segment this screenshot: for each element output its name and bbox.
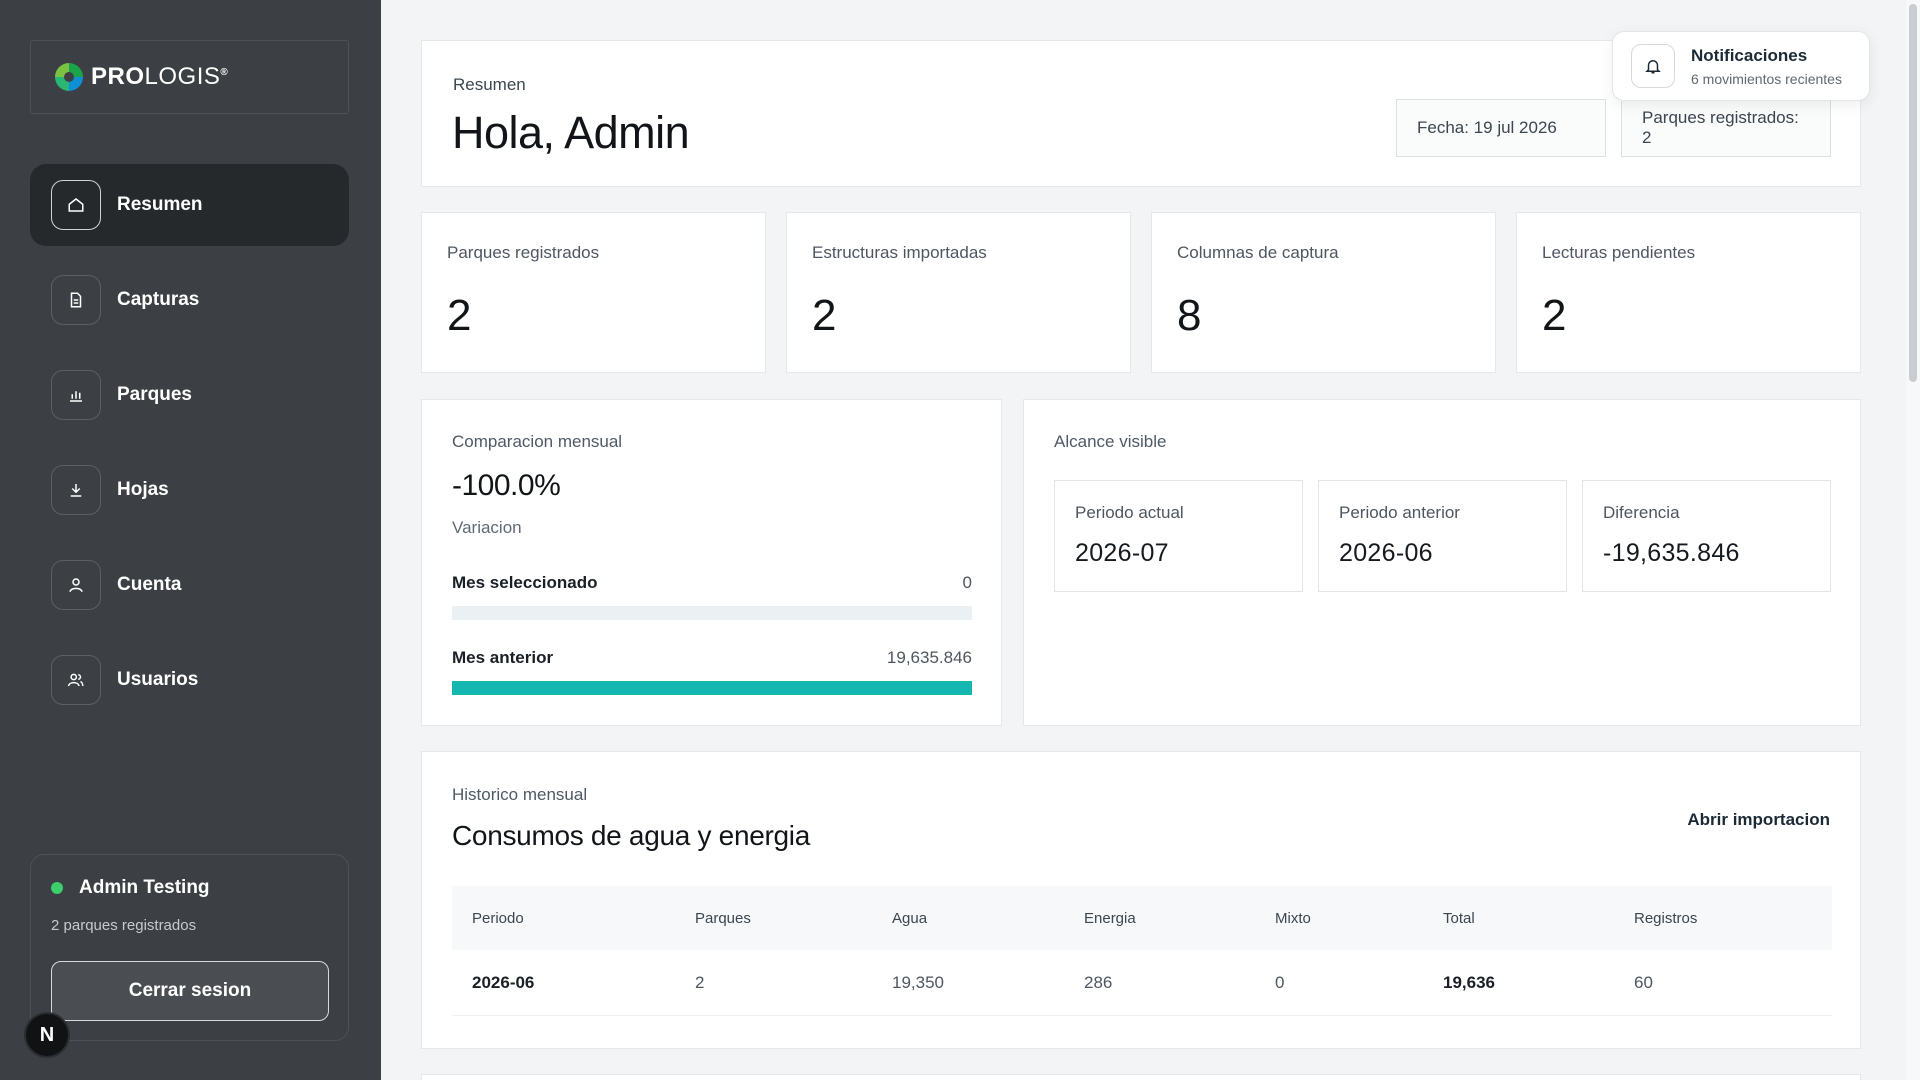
brand-logo[interactable]: PROLOGIS®	[30, 40, 349, 114]
sidebar-item-hojas[interactable]: Hojas	[30, 449, 349, 531]
bar-track	[452, 681, 972, 695]
brand-name: PROLOGIS®	[91, 63, 229, 90]
bar-chart-icon	[51, 370, 101, 420]
cell-mixto: 0	[1275, 972, 1285, 992]
user-icon	[51, 560, 101, 610]
page-scrollbar[interactable]	[1906, 0, 1920, 1080]
parks-count-pill: Parques registrados: 2	[1621, 99, 1831, 157]
sidebar-item-resumen[interactable]: Resumen	[30, 164, 349, 246]
sidebar-item-label: Parques	[117, 384, 192, 405]
cell-energia: 286	[1084, 972, 1113, 992]
stat-value: 2	[1542, 291, 1567, 340]
page-title: Hola, Admin	[452, 107, 690, 158]
column-header[interactable]: Agua	[872, 910, 1064, 927]
sidebar-item-label: Cuenta	[117, 574, 182, 595]
dev-tools-badge[interactable]: N	[24, 1012, 70, 1058]
globe-logo-icon	[55, 63, 83, 91]
sidebar-item-cuenta[interactable]: Cuenta	[30, 544, 349, 626]
sidebar-item-label: Usuarios	[117, 669, 199, 690]
cell-periodo: 2026-06	[472, 972, 535, 992]
bar-label: Mes anterior	[452, 648, 554, 667]
visible-scope-card: Alcance visible Periodo actual 2026-07 P…	[1023, 399, 1861, 726]
cell-agua: 19,350	[892, 972, 944, 992]
bar-track	[452, 606, 972, 620]
difference-box: Diferencia -19,635.846	[1582, 480, 1831, 592]
mini-value: -19,635.846	[1603, 539, 1740, 567]
bar-label: Mes seleccionado	[452, 573, 598, 592]
table-row[interactable]: 2026-06 2 19,350 286 0 19,636 60	[452, 950, 1832, 1016]
bell-icon	[1631, 44, 1675, 88]
column-header[interactable]: Parques	[675, 910, 872, 927]
home-icon	[51, 180, 101, 230]
cell-parques: 2	[695, 972, 705, 992]
stat-value: 2	[812, 291, 837, 340]
mini-label: Periodo actual	[1075, 503, 1184, 522]
open-import-link[interactable]: Abrir importacion	[1687, 810, 1830, 830]
bar-fill	[452, 681, 972, 695]
stat-value: 2	[447, 291, 472, 340]
previous-month-bar: Mes anterior 19,635.846	[452, 648, 972, 695]
stat-card-estructuras: Estructuras importadas 2	[786, 212, 1131, 373]
stat-label: Lecturas pendientes	[1542, 243, 1696, 262]
stat-label: Columnas de captura	[1177, 243, 1339, 262]
notifications-button[interactable]: Notificaciones 6 movimientos recientes	[1612, 31, 1870, 101]
sidebar-item-label: Capturas	[117, 289, 200, 310]
mini-value: 2026-06	[1339, 539, 1433, 567]
sidebar-item-usuarios[interactable]: Usuarios	[30, 639, 349, 721]
previous-period-box: Periodo anterior 2026-06	[1318, 480, 1567, 592]
sidebar-nav: Resumen Capturas Parques Hojas Cuenta Us…	[30, 164, 349, 734]
date-pill: Fecha: 19 jul 2026	[1396, 99, 1606, 157]
user-name: Admin Testing	[79, 877, 210, 898]
download-icon	[51, 465, 101, 515]
column-header[interactable]: Mixto	[1255, 910, 1423, 927]
section-title: Consumos de agua y energia	[452, 820, 810, 851]
users-icon	[51, 655, 101, 705]
column-header[interactable]: Periodo	[452, 910, 675, 927]
column-header[interactable]: Registros	[1614, 910, 1832, 927]
sidebar: PROLOGIS® Resumen Capturas Parques Hojas	[0, 0, 381, 1080]
sidebar-item-label: Resumen	[117, 194, 203, 215]
stat-value: 8	[1177, 291, 1202, 340]
bar-value: 0	[962, 573, 972, 592]
sidebar-item-capturas[interactable]: Capturas	[30, 259, 349, 341]
section-label: Resumen	[453, 75, 526, 94]
section-label: Historico mensual	[452, 785, 588, 804]
mini-label: Periodo anterior	[1339, 503, 1460, 522]
mini-label: Diferencia	[1603, 503, 1680, 522]
monthly-history-card: Historico mensual Consumos de agua y ene…	[421, 751, 1861, 1049]
section-label: Alcance visible	[1054, 432, 1167, 451]
notifications-title: Notificaciones	[1691, 45, 1808, 65]
sidebar-item-label: Hojas	[117, 479, 169, 500]
user-panel: Admin Testing 2 parques registrados Cerr…	[30, 854, 349, 1041]
sidebar-item-parques[interactable]: Parques	[30, 354, 349, 436]
user-subtitle: 2 parques registrados	[51, 917, 197, 934]
next-section-card	[421, 1074, 1861, 1080]
stat-label: Parques registrados	[447, 243, 600, 262]
stat-card-columnas: Columnas de captura 8	[1151, 212, 1496, 373]
mini-value: 2026-07	[1075, 539, 1169, 567]
stat-label: Estructuras importadas	[812, 243, 987, 262]
current-month-bar: Mes seleccionado 0	[452, 573, 972, 620]
scrollbar-thumb[interactable]	[1909, 4, 1917, 382]
variation-label: Variacion	[452, 518, 522, 537]
variation-value: -100.0%	[452, 469, 561, 502]
logout-button[interactable]: Cerrar sesion	[51, 961, 329, 1021]
online-status-dot	[51, 882, 63, 894]
bar-value: 19,635.846	[886, 648, 972, 667]
stat-card-parques: Parques registrados 2	[421, 212, 766, 373]
cell-total: 19,636	[1443, 972, 1495, 992]
stat-card-lecturas: Lecturas pendientes 2	[1516, 212, 1861, 373]
notifications-subtitle: 6 movimientos recientes	[1691, 70, 1842, 87]
column-header[interactable]: Total	[1423, 910, 1614, 927]
monthly-comparison-card: Comparacion mensual -100.0% Variacion Me…	[421, 399, 1002, 726]
cell-registros: 60	[1634, 972, 1653, 992]
current-period-box: Periodo actual 2026-07	[1054, 480, 1303, 592]
section-label: Comparacion mensual	[452, 432, 623, 451]
table-header: Periodo Parques Agua Energia Mixto Total…	[452, 886, 1832, 950]
history-table: Periodo Parques Agua Energia Mixto Total…	[452, 886, 1832, 1016]
column-header[interactable]: Energia	[1064, 910, 1255, 927]
document-icon	[51, 275, 101, 325]
